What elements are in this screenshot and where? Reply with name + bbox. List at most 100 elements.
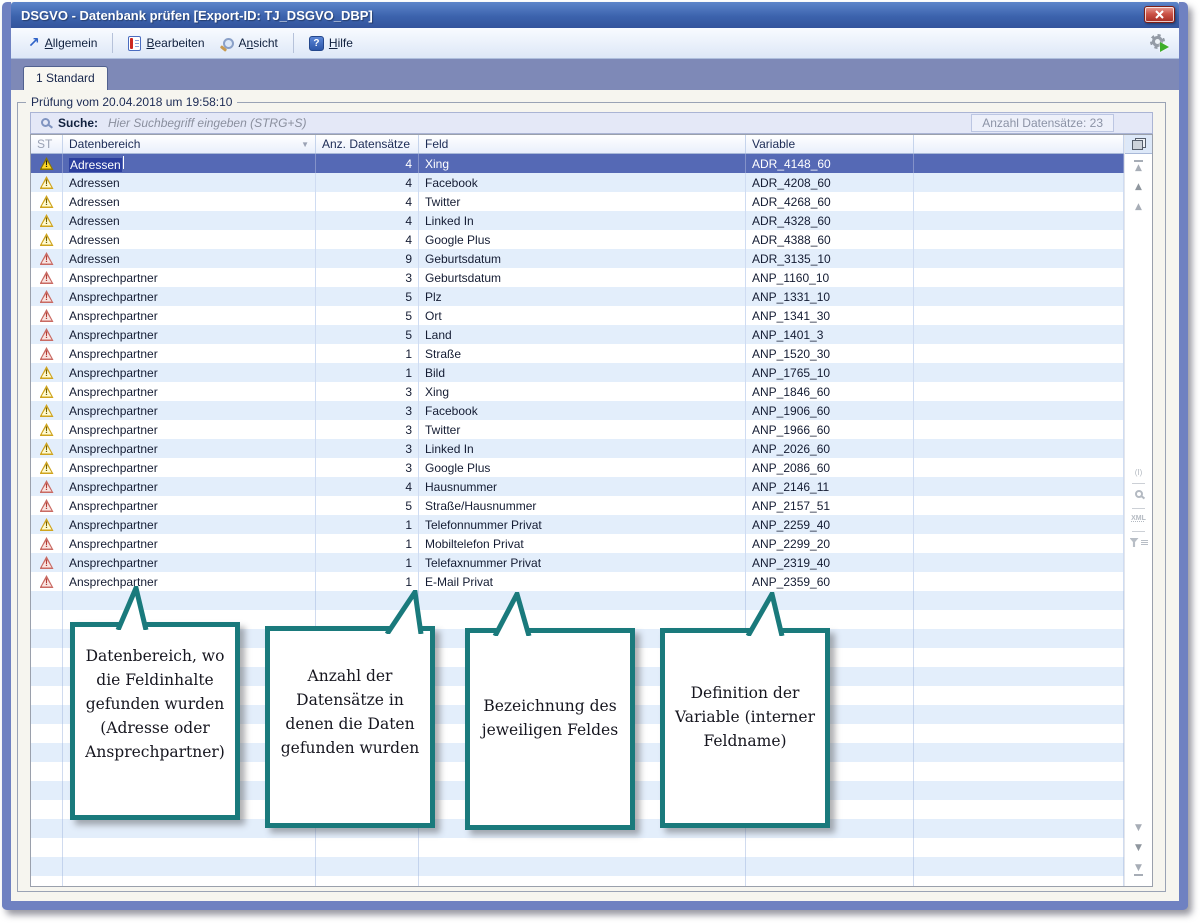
table-row[interactable]: ! Ansprechpartner 1 Bild ANP_1765_10 <box>31 363 1124 382</box>
feld-cell: Hausnummer <box>419 477 746 496</box>
table-row[interactable]: ! Ansprechpartner 1 Straße ANP_1520_30 <box>31 344 1124 363</box>
datenbereich-cell: Ansprechpartner <box>63 572 316 591</box>
table-row[interactable]: ! Adressen 4 Twitter ADR_4268_60 <box>31 192 1124 211</box>
status-cell: ! <box>31 154 63 173</box>
status-cell: ! <box>31 401 63 420</box>
magnifier-icon <box>1135 490 1143 498</box>
variable-cell: ADR_4328_60 <box>746 211 914 230</box>
status-cell: ! <box>31 268 63 287</box>
table-row[interactable]: ! Ansprechpartner 3 Google Plus ANP_2086… <box>31 458 1124 477</box>
cell-text: 4 <box>405 195 412 209</box>
scroll-bottom-button[interactable]: ▼ <box>1125 863 1152 876</box>
toolbar-separator <box>112 33 113 53</box>
cell-text: 1 <box>405 347 412 361</box>
brackets-button[interactable]: (I) <box>1125 468 1152 477</box>
filler-cell <box>914 230 1124 249</box>
cell-text: ANP_2299_20 <box>752 537 830 551</box>
filter-button[interactable] <box>1125 538 1152 547</box>
table-row[interactable]: ! Ansprechpartner 3 Linked In ANP_2026_6… <box>31 439 1124 458</box>
callout-text: Datenbereich, wo die Feldinhalte gefunde… <box>83 644 227 764</box>
close-button[interactable] <box>1144 6 1175 23</box>
cell-text: ANP_1520_30 <box>752 347 830 361</box>
variable-cell: ANP_2086_60 <box>746 458 914 477</box>
table-row[interactable]: ! Ansprechpartner 3 Geburtsdatum ANP_116… <box>31 268 1124 287</box>
variable-cell: ADR_4208_60 <box>746 173 914 192</box>
table-row[interactable]: ! Ansprechpartner 3 Facebook ANP_1906_60 <box>31 401 1124 420</box>
variable-cell: ANP_2026_60 <box>746 439 914 458</box>
filler-cell <box>914 496 1124 515</box>
empty-row <box>31 838 1124 857</box>
scroll-down-button[interactable]: ▼ <box>1125 823 1152 833</box>
cell-text: Straße/Hausnummer <box>425 499 536 513</box>
empty-row <box>31 876 1124 887</box>
feld-cell: Xing <box>419 154 746 173</box>
datenbereich-cell: Adressen <box>63 211 316 230</box>
datenbereich-cell: Ansprechpartner <box>63 534 316 553</box>
table-row[interactable]: ! Ansprechpartner 5 Ort ANP_1341_30 <box>31 306 1124 325</box>
header-datenbereich[interactable]: Datenbereich ▼ <box>63 135 316 153</box>
cell-text: Linked In <box>425 442 474 456</box>
column-chooser-button[interactable] <box>1125 135 1152 154</box>
table-row[interactable]: ! Adressen 4 Facebook ADR_4208_60 <box>31 173 1124 192</box>
header-feld[interactable]: Feld <box>419 135 746 153</box>
warning-mark: ! <box>40 481 54 494</box>
cell-text: Adressen <box>69 252 120 266</box>
warning-mark: ! <box>40 196 54 209</box>
table-row[interactable]: ! Adressen 4 Google Plus ADR_4388_60 <box>31 230 1124 249</box>
header-st[interactable]: ST <box>31 135 63 153</box>
menu-bearbeiten[interactable]: Bearbeiten <box>121 33 211 54</box>
datenbereich-cell: Ansprechpartner <box>63 439 316 458</box>
xml-button[interactable]: XML <box>1125 515 1152 522</box>
table-row[interactable]: ! Adressen 9 Geburtsdatum ADR_3135_10 <box>31 249 1124 268</box>
table-row[interactable]: ! Ansprechpartner 3 Xing ANP_1846_60 <box>31 382 1124 401</box>
variable-cell: ADR_4388_60 <box>746 230 914 249</box>
cell-text: Plz <box>425 290 442 304</box>
cell-text: 3 <box>405 423 412 437</box>
cell-text: Adressen <box>69 156 124 172</box>
menu-hilfe[interactable]: ? Hilfe <box>302 33 360 54</box>
feld-cell: Google Plus <box>419 458 746 477</box>
status-cell: ! <box>31 344 63 363</box>
variable-cell: ANP_1160_10 <box>746 268 914 287</box>
table-row[interactable]: ! Ansprechpartner 5 Plz ANP_1331_10 <box>31 287 1124 306</box>
table-row[interactable]: ! Ansprechpartner 5 Land ANP_1401_3 <box>31 325 1124 344</box>
table-row[interactable]: ! Ansprechpartner 1 Mobiltelefon Privat … <box>31 534 1124 553</box>
menu-bearbeiten-label: Bearbeiten <box>146 36 204 50</box>
table-row[interactable]: ! Adressen 4 Linked In ADR_4328_60 <box>31 211 1124 230</box>
cell-text: 3 <box>405 271 412 285</box>
arrow-down-icon: ▼ <box>1135 843 1142 853</box>
scroll-up-button[interactable]: ▲ <box>1125 202 1152 212</box>
variable-cell: ANP_2146_11 <box>746 477 914 496</box>
search-records-button[interactable] <box>1125 490 1152 498</box>
table-row[interactable]: ! Adressen 4 Xing ADR_4148_60 <box>31 154 1124 173</box>
cell-text: ANP_2146_11 <box>752 480 829 494</box>
scroll-top-button[interactable]: ▲ <box>1125 160 1152 173</box>
datenbereich-cell: Ansprechpartner <box>63 401 316 420</box>
tab-standard[interactable]: 1 Standard <box>23 66 108 90</box>
filler-cell <box>914 439 1124 458</box>
table-row[interactable]: ! Ansprechpartner 5 Straße/Hausnummer AN… <box>31 496 1124 515</box>
anzahl-cell: 1 <box>316 515 419 534</box>
run-settings-button[interactable] <box>1149 34 1169 52</box>
anzahl-cell: 4 <box>316 477 419 496</box>
menu-allgemein[interactable]: ↗ Allgemein <box>21 33 104 53</box>
datenbereich-cell: Ansprechpartner <box>63 382 316 401</box>
table-row[interactable]: ! Ansprechpartner 3 Twitter ANP_1966_60 <box>31 420 1124 439</box>
table-row[interactable]: ! Ansprechpartner 1 E-Mail Privat ANP_23… <box>31 572 1124 591</box>
anzahl-cell: 1 <box>316 553 419 572</box>
table-row[interactable]: ! Ansprechpartner 1 Telefonnummer Privat… <box>31 515 1124 534</box>
arrow-up-icon: ▲ <box>1135 163 1142 173</box>
table-row[interactable]: ! Ansprechpartner 1 Telefaxnummer Privat… <box>31 553 1124 572</box>
table-row[interactable]: ! Ansprechpartner 4 Hausnummer ANP_2146_… <box>31 477 1124 496</box>
datenbereich-cell: Ansprechpartner <box>63 344 316 363</box>
header-variable[interactable]: Variable <box>746 135 914 153</box>
menu-ansicht[interactable]: Ansicht <box>216 33 285 53</box>
search-input[interactable] <box>106 115 971 131</box>
warning-mark: ! <box>40 234 54 247</box>
cell-text: Land <box>425 328 452 342</box>
scroll-pageup-button[interactable]: ▲ <box>1125 182 1152 192</box>
cell-text: 1 <box>405 556 412 570</box>
datenbereich-cell: Ansprechpartner <box>63 496 316 515</box>
scroll-pagedown-button[interactable]: ▼ <box>1125 843 1152 853</box>
header-anzahl[interactable]: Anz. Datensätze <box>316 135 419 153</box>
